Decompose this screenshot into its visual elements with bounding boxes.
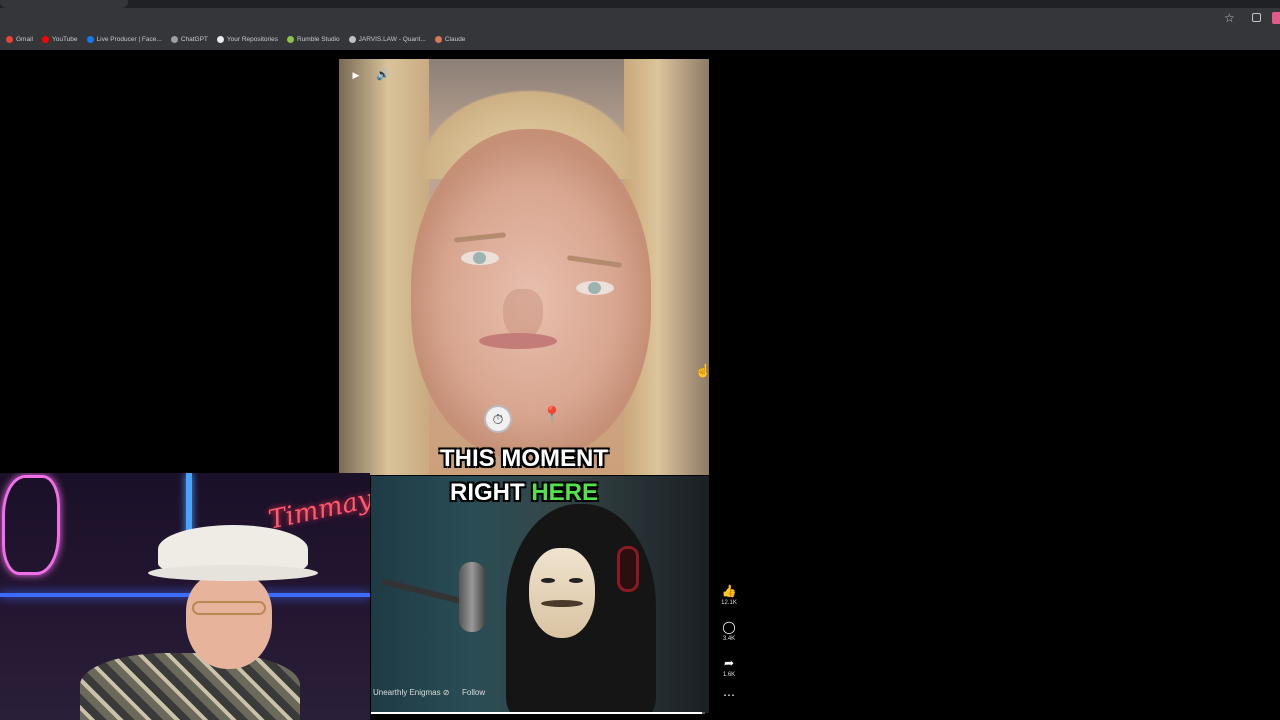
- more-icon: ⋯: [723, 688, 735, 702]
- bookmark-chatgpt[interactable]: ChatGPT: [170, 35, 208, 43]
- bookmark-gmail[interactable]: Gmail: [6, 35, 33, 43]
- chatgpt-icon: [170, 35, 178, 43]
- video-frame-eye: [576, 281, 614, 295]
- streamer-shirt: [80, 653, 300, 720]
- bookmark-label: ChatGPT: [180, 35, 208, 43]
- bookmark-star-icon[interactable]: ☆: [1224, 11, 1236, 25]
- video-frame-nose: [503, 289, 543, 339]
- mic-boom-arm: [381, 578, 461, 604]
- streamer-webcam-overlay: Timmay: [0, 473, 370, 720]
- youtube-icon: [41, 35, 49, 43]
- globe-icon: [348, 35, 356, 43]
- pin-icon: 📍: [542, 407, 562, 424]
- headphone: [617, 546, 639, 592]
- bookmark-label: Live Producer | Face...: [96, 35, 162, 43]
- comment-count: 3.4K: [722, 636, 736, 642]
- bookmark-label: Rumble Studio: [296, 35, 340, 43]
- share-button[interactable]: ➦ 1.6K: [716, 655, 742, 679]
- github-icon: [216, 35, 224, 43]
- short-video-player[interactable]: ▶ 🔊 ⏱ 📍: [339, 59, 709, 475]
- neon-strip: [0, 593, 370, 597]
- follow-button[interactable]: Follow: [462, 686, 485, 700]
- mask-eye: [541, 578, 555, 583]
- like-button[interactable]: 👍 12.1K: [716, 583, 742, 607]
- video-frame-mouth: [479, 333, 557, 349]
- mask-mustache: [541, 600, 583, 607]
- caption-line-1: THIS MOMENT: [440, 445, 608, 472]
- address-bar-row: ☆: [0, 8, 1280, 30]
- short-video-lower-frame[interactable]: [371, 476, 709, 713]
- facebook-icon: [86, 35, 94, 43]
- mask-eye: [569, 578, 583, 583]
- extensions-icon[interactable]: [1252, 13, 1261, 22]
- active-tab[interactable]: [0, 0, 128, 8]
- browser-chrome: ☆ Gmail YouTube Live Producer | Face... …: [0, 0, 1280, 50]
- comment-icon: ◯: [722, 620, 736, 634]
- profile-icon[interactable]: [1272, 12, 1280, 24]
- more-options-button[interactable]: ⋯: [716, 687, 742, 703]
- play-icon[interactable]: ▶: [349, 68, 363, 82]
- rumble-icon: [286, 35, 294, 43]
- bookmark-label: JARVIS.LAW - Quant...: [358, 35, 426, 43]
- bookmark-claude[interactable]: Claude: [434, 35, 466, 43]
- caption-word: RIGHT: [449, 479, 525, 506]
- thumbs-up-icon: 👍: [721, 584, 737, 598]
- guy-fawkes-mask: [529, 548, 595, 638]
- video-progress-bar[interactable]: [371, 712, 705, 714]
- bookmarks-bar: Gmail YouTube Live Producer | Face... Ch…: [0, 30, 1280, 48]
- caption-highlight-word: HERE: [531, 479, 599, 506]
- share-icon: ➦: [723, 656, 735, 670]
- stopwatch-icon: ⏱: [484, 405, 512, 433]
- bookmark-jarvis-law[interactable]: JARVIS.LAW - Quant...: [348, 35, 426, 43]
- microphone: [459, 562, 485, 632]
- gmail-icon: [6, 35, 13, 43]
- claude-icon: [434, 35, 442, 43]
- streamer-glasses: [192, 601, 266, 615]
- bookmark-live-producer[interactable]: Live Producer | Face...: [86, 35, 162, 43]
- cowboy-hat-brim: [148, 565, 318, 581]
- bookmark-label: Your Repositories: [226, 35, 278, 43]
- neon-decoration: [2, 475, 60, 575]
- video-caption: THIS MOMENT RIGHT HERE: [339, 442, 709, 510]
- caption-line-2: RIGHT HERE: [339, 476, 709, 510]
- like-count: 12.1K: [721, 600, 737, 606]
- bookmark-repositories[interactable]: Your Repositories: [216, 35, 278, 43]
- hand-cursor-icon: ☝: [695, 363, 712, 378]
- bookmark-youtube[interactable]: YouTube: [41, 35, 78, 43]
- video-frame-eye: [461, 251, 499, 265]
- tab-strip: [0, 0, 1280, 8]
- bookmark-label: YouTube: [51, 35, 78, 43]
- comment-button[interactable]: ◯ 3.4K: [716, 619, 742, 643]
- share-count: 1.6K: [722, 672, 736, 678]
- bookmark-label: Claude: [444, 35, 466, 43]
- bookmark-rumble-studio[interactable]: Rumble Studio: [286, 35, 340, 43]
- streamer-face: [186, 573, 272, 669]
- channel-name[interactable]: Unearthly Enigmas ⊘: [373, 686, 450, 700]
- bookmark-label: Gmail: [16, 35, 33, 43]
- video-progress-fill: [371, 712, 702, 714]
- volume-icon[interactable]: 🔊: [375, 67, 391, 83]
